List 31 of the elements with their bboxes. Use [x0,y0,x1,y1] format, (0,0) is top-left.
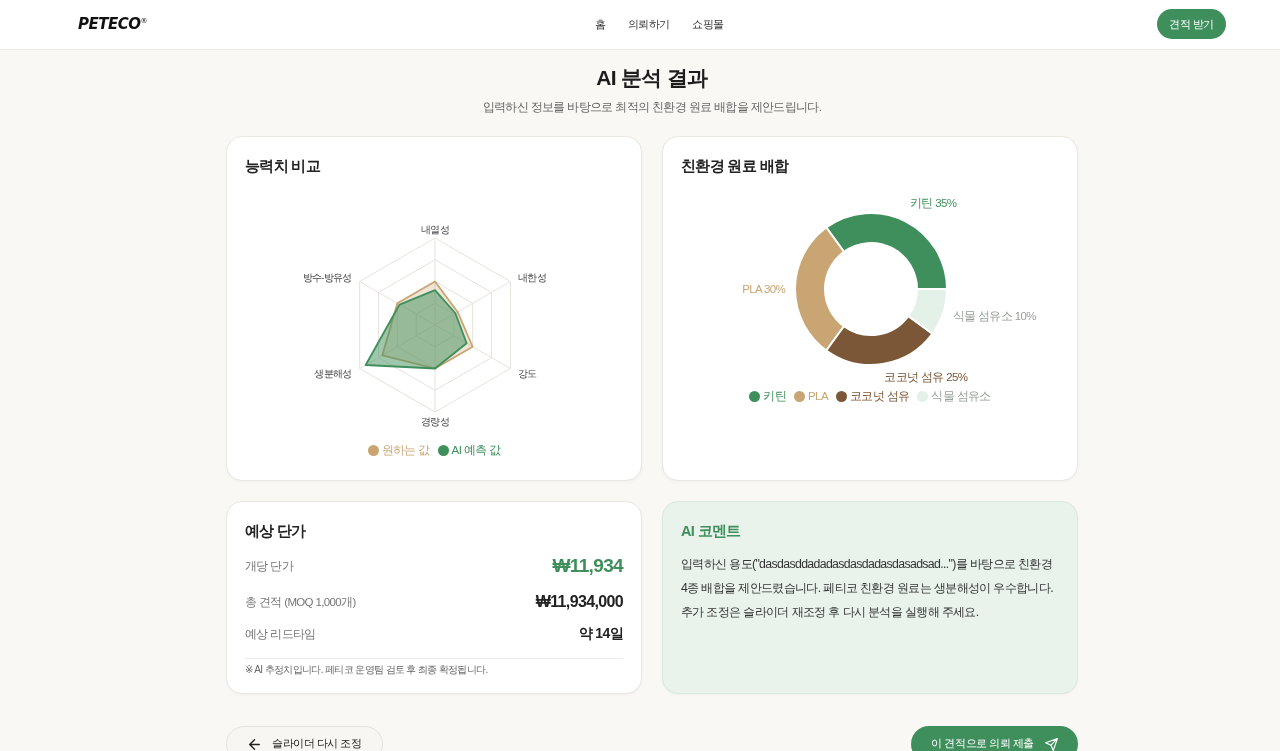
card-title: AI 코멘트 [681,522,742,541]
legend-label: AI 예측 값 [451,443,501,458]
page-subtitle: 입력하신 정보를 바탕으로 최적의 친환경 원료 배합을 제안드립니다. [481,100,823,115]
axis-label: 경량성 [420,415,450,427]
axis-label: 내열성 [420,223,450,235]
price-value: ₩11,934 [552,555,623,577]
axis-label: 방수-방유성 [302,271,352,283]
axis-label: 내한성 [518,271,547,283]
legend-label: 코코넛 섬유 [849,389,910,404]
legend-label: 식물 섬유소 [931,389,991,404]
axis-label: 생분해성 [314,367,352,379]
card-title: 예상 단가 [245,522,307,541]
logo: PETECO$^{®}$ [78,15,147,33]
axis-label: 강도 [518,367,537,379]
legend-label: 원하는 값 [381,443,430,458]
page-title: AI 분석 결과 [595,65,709,91]
legend-label: 키틴 [763,389,787,404]
card-title: 능력치 비교 [245,157,322,176]
price-label: 총 견적 (MOQ 1,000개) [245,594,356,610]
card-title: 친환경 원료 배합 [681,157,790,176]
price-label: 개당 단가 [245,558,293,574]
price-value: ₩11,934,000 [535,593,623,611]
comment-text: 입력하신 용도("dasdasddadadasdasdadasdasadsad...")를 바탕으로 친환경 4종 배합을 제안드렸습니다. 페티코 친환경 원료는 생분해성이 우수합니다. 추가 조정은 슬라이더 재조정 후 다시 분석을 실행해 주세요. [681,556,1054,621]
slice-label: 코코넛 섬유 25% [884,370,968,383]
slice-label: 식물 섬유소 10% [952,309,1036,322]
price-value: 약 14일 [578,625,623,643]
footnote: ※ AI 추정치입니다. 페티코 운영팀 검토 후 최종 확정됩니다. [245,663,489,677]
legend-label: PLA [808,389,828,404]
slice-label: PLA 30% [742,283,785,295]
price-label: 예상 리드타임 [245,626,316,642]
slice-label: 키틴 35% [910,197,957,210]
